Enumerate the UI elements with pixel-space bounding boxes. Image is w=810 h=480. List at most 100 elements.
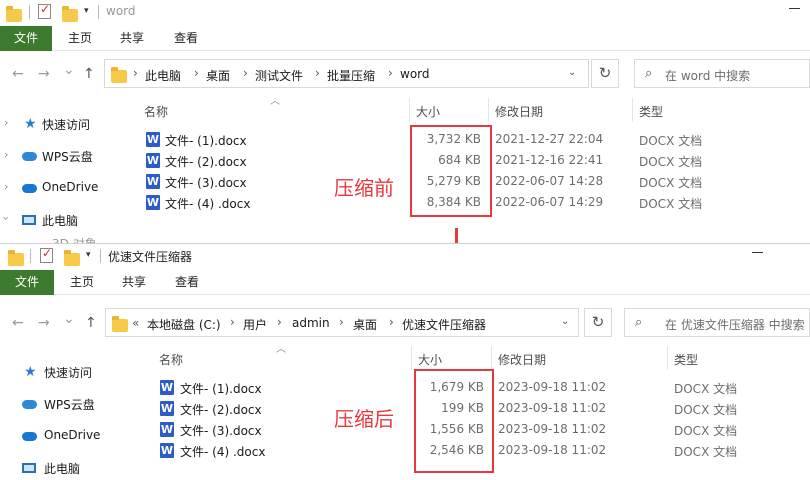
overflow-icon[interactable]: « [132, 316, 139, 330]
sidebar-item-label: 此电脑 [42, 214, 79, 228]
search-placeholder[interactable]: 在 word 中搜索 [665, 67, 750, 84]
column-header-type[interactable]: 类型 [639, 103, 663, 120]
explorer-window-before: ▾ word 文件 主页 共享 查看 ← → ⌄ ↑ › 此电脑 › 桌面 › … [0, 0, 810, 243]
forward-icon[interactable]: → [38, 315, 50, 331]
folder-icon [111, 67, 127, 83]
new-folder-icon[interactable] [64, 250, 80, 266]
tab-file[interactable]: 文件 [0, 270, 54, 295]
search-box[interactable]: ⌕ 在 优速文件压缩器 中搜索 [624, 308, 810, 337]
breadcrumb-item[interactable]: 桌面 [353, 316, 377, 333]
file-name: 文件- (4) .docx [165, 197, 251, 211]
word-document-icon: W [146, 174, 160, 189]
minimize-button[interactable] [789, 8, 800, 9]
expand-icon[interactable]: › [0, 216, 13, 220]
column-header-type[interactable]: 类型 [674, 351, 698, 368]
breadcrumb-item[interactable]: 测试文件 [255, 67, 303, 84]
breadcrumb-item[interactable]: 本地磁盘 (C:) [147, 316, 221, 333]
column-divider[interactable] [488, 98, 489, 122]
chevron-right-icon[interactable]: › [243, 66, 248, 80]
recent-locations-icon[interactable]: ⌄ [63, 62, 75, 78]
column-header-modified[interactable]: 修改日期 [498, 351, 546, 368]
file-type: DOCX 文档 [674, 424, 738, 438]
file-name: 文件- (2).docx [180, 403, 262, 417]
tab-share[interactable]: 共享 [118, 270, 150, 295]
file-modified: 2023-09-18 11:02 [498, 422, 607, 436]
tab-file[interactable]: 文件 [0, 26, 52, 51]
folder-icon [6, 6, 22, 22]
address-dropdown-icon[interactable]: ⌄ [561, 316, 569, 327]
column-header-size[interactable]: 大小 [418, 351, 442, 368]
column-header-modified[interactable]: 修改日期 [495, 103, 543, 120]
chevron-right-icon[interactable]: › [388, 66, 393, 80]
ribbon: 文件 主页 共享 查看 [0, 26, 810, 51]
file-name: 文件- (4) .docx [180, 445, 266, 459]
breadcrumb-item[interactable]: 用户 [243, 316, 267, 333]
refresh-icon[interactable]: ↻ [591, 59, 619, 88]
chevron-right-icon[interactable]: › [230, 315, 235, 329]
column-divider[interactable] [632, 98, 633, 122]
address-bar[interactable]: « 本地磁盘 (C:) › 用户 › admin › 桌面 › 优速文件压缩器 … [105, 308, 579, 337]
new-folder-icon[interactable] [62, 6, 78, 22]
sort-ascending-icon[interactable]: ︿ [276, 340, 286, 355]
file-row[interactable]: W 文件- (4) .docx 2,546 KB 2023-09-18 11:0… [0, 441, 810, 462]
sidebar-item-label: 3D 对象 [52, 235, 97, 243]
breadcrumb-item[interactable]: 此电脑 [145, 67, 181, 84]
column-divider[interactable] [667, 346, 668, 370]
file-row[interactable]: W 文件- (3).docx 5,279 KB 2022-06-07 14:28… [0, 172, 810, 193]
breadcrumb-item[interactable]: 批量压缩 [327, 67, 375, 84]
file-type: DOCX 文档 [639, 155, 703, 169]
chevron-right-icon[interactable]: › [315, 66, 320, 80]
breadcrumb-item[interactable]: admin [292, 316, 330, 330]
refresh-icon[interactable]: ↻ [584, 308, 612, 337]
sidebar-item-3d-objects[interactable]: 3D 对象 [0, 232, 120, 243]
chevron-right-icon[interactable]: › [389, 315, 394, 329]
search-placeholder[interactable]: 在 优速文件压缩器 中搜索 [665, 316, 805, 333]
chevron-right-icon[interactable]: › [133, 66, 138, 80]
chevron-right-icon[interactable]: › [277, 315, 282, 329]
breadcrumb-item[interactable]: 优速文件压缩器 [402, 316, 486, 333]
breadcrumb-item[interactable]: 桌面 [206, 67, 230, 84]
quick-access-dropdown-icon[interactable]: ▾ [86, 250, 91, 260]
star-icon: ★ [24, 116, 37, 132]
tab-view[interactable]: 查看 [170, 26, 202, 51]
back-icon[interactable]: ← [12, 66, 24, 82]
chevron-right-icon[interactable]: › [339, 315, 344, 329]
column-header-size[interactable]: 大小 [416, 103, 440, 120]
breadcrumb-item[interactable]: word [400, 67, 430, 81]
file-row[interactable]: W 文件- (1).docx 1,679 KB 2023-09-18 11:02… [0, 378, 810, 399]
file-row[interactable]: W 文件- (1).docx 3,732 KB 2021-12-27 22:04… [0, 130, 810, 151]
search-box[interactable]: ⌕ 在 word 中搜索 [634, 59, 810, 88]
sort-ascending-icon[interactable]: ︿ [270, 92, 280, 107]
address-bar[interactable]: › 此电脑 › 桌面 › 测试文件 › 批量压缩 › word ⌄ [104, 59, 589, 88]
word-document-icon: W [146, 153, 160, 168]
properties-icon[interactable] [38, 2, 51, 19]
column-divider[interactable] [491, 346, 492, 370]
column-header-name[interactable]: 名称 [159, 351, 183, 368]
tab-home[interactable]: 主页 [66, 270, 98, 295]
forward-icon[interactable]: → [38, 66, 50, 82]
expand-icon[interactable]: › [4, 116, 8, 129]
annotation-after: 压缩后 [334, 407, 394, 431]
file-row[interactable]: W 文件- (2).docx 684 KB 2021-12-16 22:41 D… [0, 151, 810, 172]
back-icon[interactable]: ← [12, 315, 24, 331]
ribbon: 文件 主页 共享 查看 [0, 270, 810, 295]
up-icon[interactable]: ↑ [85, 315, 97, 331]
file-row[interactable]: W 文件- (3).docx 1,556 KB 2023-09-18 11:02… [0, 420, 810, 441]
address-dropdown-icon[interactable]: ⌄ [568, 67, 576, 78]
recent-locations-icon[interactable]: ⌄ [63, 311, 75, 327]
column-divider[interactable] [411, 346, 412, 370]
column-header-name[interactable]: 名称 [144, 103, 168, 120]
column-divider[interactable] [409, 98, 410, 122]
highlight-box-before [410, 125, 492, 217]
tab-home[interactable]: 主页 [64, 26, 96, 51]
minimize-button[interactable] [752, 252, 763, 253]
quick-access-dropdown-icon[interactable]: ▾ [84, 6, 89, 16]
up-icon[interactable]: ↑ [83, 66, 95, 82]
tab-share[interactable]: 共享 [116, 26, 148, 51]
tab-view[interactable]: 查看 [171, 270, 203, 295]
properties-icon[interactable] [40, 246, 53, 263]
chevron-right-icon[interactable]: › [194, 66, 199, 80]
file-row[interactable]: W 文件- (2).docx 199 KB 2023-09-18 11:02 D… [0, 399, 810, 420]
sidebar-item-label: 此电脑 [44, 462, 81, 476]
file-row[interactable]: W 文件- (4) .docx 8,384 KB 2022-06-07 14:2… [0, 193, 810, 214]
